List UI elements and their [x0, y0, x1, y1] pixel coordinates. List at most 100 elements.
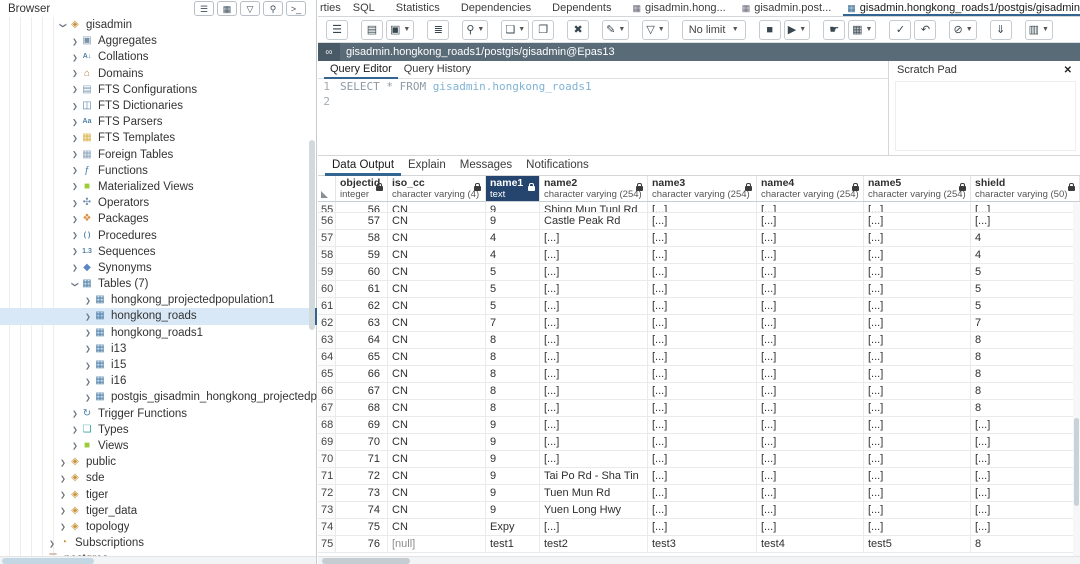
- cell-name1[interactable]: 5: [486, 281, 540, 298]
- cell-iso_cc[interactable]: CN: [388, 383, 486, 400]
- cell-shield[interactable]: 4: [971, 247, 1080, 264]
- column-header-name1[interactable]: name1text: [486, 176, 540, 201]
- cell-iso_cc[interactable]: CN: [388, 519, 486, 536]
- expand-icon[interactable]: ❯: [84, 361, 93, 369]
- cell-objectid[interactable]: 62: [336, 298, 388, 315]
- cell-name2[interactable]: [...]: [540, 315, 648, 332]
- expand-icon[interactable]: ❯: [71, 151, 80, 159]
- cell-iso_cc[interactable]: CN: [388, 213, 486, 230]
- row-number[interactable]: 72: [318, 485, 336, 502]
- cell-name2[interactable]: [...]: [540, 366, 648, 383]
- filter-icon[interactable]: ▽: [240, 1, 260, 16]
- cell-name5[interactable]: [...]: [864, 281, 971, 298]
- cell-name2[interactable]: Castle Peak Rd: [540, 213, 648, 230]
- cell-name5[interactable]: [...]: [864, 349, 971, 366]
- expand-icon[interactable]: ❯: [71, 231, 80, 239]
- cell-name3[interactable]: test3: [648, 536, 757, 553]
- row-number[interactable]: 56: [318, 213, 336, 230]
- cell-name4[interactable]: [...]: [757, 213, 864, 230]
- cell-name3[interactable]: [...]: [648, 332, 757, 349]
- cell-name2[interactable]: [...]: [540, 281, 648, 298]
- cell-objectid[interactable]: 73: [336, 485, 388, 502]
- cell-name2[interactable]: [...]: [540, 230, 648, 247]
- cell-name4[interactable]: [...]: [757, 366, 864, 383]
- execute-button[interactable]: ▶▼: [784, 20, 810, 40]
- cell-name3[interactable]: [...]: [648, 315, 757, 332]
- row-number[interactable]: 60: [318, 281, 336, 298]
- cell-shield[interactable]: 5: [971, 281, 1080, 298]
- row-number[interactable]: 69: [318, 434, 336, 451]
- expand-icon[interactable]: ❯: [71, 410, 80, 418]
- cell-shield[interactable]: 8: [971, 383, 1080, 400]
- tree-item-tables-7[interactable]: ❯▦Tables (7): [0, 276, 317, 292]
- cell-iso_cc[interactable]: CN: [388, 247, 486, 264]
- tree-item-aggregates[interactable]: ❯▣Aggregates: [0, 33, 317, 49]
- row-limit-select[interactable]: No limit▼: [682, 20, 746, 40]
- cell-shield[interactable]: 4: [971, 230, 1080, 247]
- collapse-icon[interactable]: ❯: [71, 280, 79, 289]
- cell-name3[interactable]: [...]: [648, 213, 757, 230]
- expand-icon[interactable]: ❯: [71, 102, 80, 110]
- cell-name2[interactable]: Yuen Long Hwy: [540, 502, 648, 519]
- cell-name4[interactable]: [...]: [757, 247, 864, 264]
- tree-item-i16[interactable]: ❯▦i16: [0, 373, 317, 389]
- cell-name4[interactable]: test4: [757, 536, 864, 553]
- cell-shield[interactable]: [...]: [971, 417, 1080, 434]
- tree-item-subscriptions[interactable]: ❯◔Subscriptions: [0, 535, 317, 551]
- cell-name5[interactable]: [...]: [864, 519, 971, 536]
- paste-button[interactable]: ❐: [532, 20, 554, 40]
- tree-item-procedures[interactable]: ❯( )Procedures: [0, 227, 317, 243]
- cell-name3[interactable]: [...]: [648, 468, 757, 485]
- tab-statistics[interactable]: Statistics: [396, 2, 440, 14]
- expand-icon[interactable]: ❯: [71, 134, 80, 142]
- cell-name1[interactable]: 9: [486, 502, 540, 519]
- terminal-icon[interactable]: >_: [286, 1, 306, 16]
- cell-name3[interactable]: [...]: [648, 230, 757, 247]
- expand-icon[interactable]: ❯: [59, 490, 68, 498]
- cell-name5[interactable]: [...]: [864, 202, 971, 213]
- explain-analyze-button[interactable]: ▦▼: [848, 20, 876, 40]
- cell-name1[interactable]: 8: [486, 400, 540, 417]
- cell-name1[interactable]: 9: [486, 485, 540, 502]
- cell-name2[interactable]: [...]: [540, 451, 648, 468]
- tree-item-operators[interactable]: ❯✣Operators: [0, 195, 317, 211]
- cell-name5[interactable]: [...]: [864, 298, 971, 315]
- expand-icon[interactable]: ❯: [84, 312, 93, 320]
- cell-name2[interactable]: [...]: [540, 400, 648, 417]
- tree-item-functions[interactable]: ❯ƒFunctions: [0, 163, 317, 179]
- filter-button[interactable]: ▽▼: [642, 20, 668, 40]
- row-number[interactable]: 61: [318, 298, 336, 315]
- tree-vertical-scrollbar[interactable]: [309, 140, 315, 330]
- tree-item-tiger[interactable]: ❯◈tiger: [0, 486, 317, 502]
- cell-objectid[interactable]: 66: [336, 366, 388, 383]
- tree-item-topology[interactable]: ❯◈topology: [0, 519, 317, 535]
- graph-visualiser-button[interactable]: ▥▼: [1025, 20, 1053, 40]
- cell-name5[interactable]: [...]: [864, 417, 971, 434]
- save-button[interactable]: ▣▼: [386, 20, 414, 40]
- cell-objectid[interactable]: 58: [336, 230, 388, 247]
- cell-name4[interactable]: [...]: [757, 400, 864, 417]
- cell-name2[interactable]: [...]: [540, 298, 648, 315]
- cell-name3[interactable]: [...]: [648, 502, 757, 519]
- tab-explain[interactable]: Explain: [408, 156, 446, 176]
- tab-data-output[interactable]: Data Output: [332, 156, 394, 176]
- column-header-name2[interactable]: name2character varying (254): [540, 176, 648, 201]
- cell-name1[interactable]: 4: [486, 247, 540, 264]
- cell-objectid[interactable]: 61: [336, 281, 388, 298]
- cell-name1[interactable]: 9: [486, 434, 540, 451]
- cell-name3[interactable]: [...]: [648, 247, 757, 264]
- query-tool-tab[interactable]: ▦gisadmin.hong...: [632, 0, 725, 17]
- expand-icon[interactable]: ❯: [71, 86, 80, 94]
- cell-name2[interactable]: [...]: [540, 417, 648, 434]
- tree-item-trigger-functions[interactable]: ❯↻Trigger Functions: [0, 406, 317, 422]
- collapse-icon[interactable]: ❯: [59, 21, 67, 30]
- expand-icon[interactable]: ❯: [71, 248, 80, 256]
- close-icon[interactable]: ✕: [1064, 65, 1072, 76]
- tree-item-views[interactable]: ❯■Views: [0, 438, 317, 454]
- expand-icon[interactable]: ❯: [71, 264, 80, 272]
- row-number[interactable]: 62: [318, 315, 336, 332]
- cell-name5[interactable]: [...]: [864, 434, 971, 451]
- cell-objectid[interactable]: 65: [336, 349, 388, 366]
- cell-name2[interactable]: Tuen Mun Rd: [540, 485, 648, 502]
- cell-iso_cc[interactable]: CN: [388, 281, 486, 298]
